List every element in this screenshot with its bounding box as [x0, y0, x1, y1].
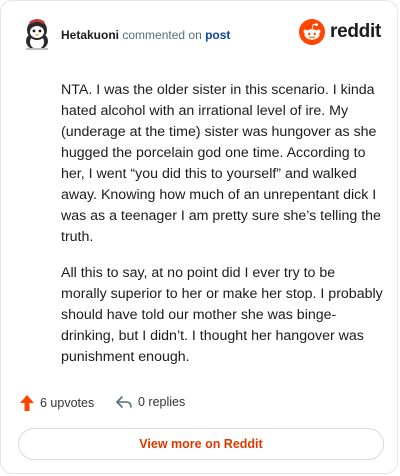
reddit-snoo-icon	[299, 19, 326, 45]
post-link[interactable]: post	[205, 28, 230, 42]
comment-header: Hetakuoni commented on post reddit	[17, 15, 381, 55]
comment-paragraph: All this to say, at no point did I ever …	[61, 265, 383, 365]
comment-footer: 6 upvotes 0 replies	[19, 394, 383, 414]
action-text: commented on	[122, 28, 202, 42]
reddit-wordmark: reddit	[330, 21, 381, 42]
view-more-button[interactable]: View more on Reddit	[18, 428, 384, 460]
reply-button[interactable]: 0 replies	[115, 394, 185, 410]
username-link[interactable]: Hetakuoni	[61, 28, 119, 42]
upvote-button[interactable]: 6 upvotes	[19, 394, 94, 412]
reply-arrow-icon	[116, 396, 132, 408]
reply-count: 0 replies	[138, 395, 186, 409]
comment-body: NTA. I was the older sister in this scen…	[61, 80, 383, 383]
comment-paragraph: NTA. I was the older sister in this scen…	[61, 82, 381, 245]
avatar-penguin-icon	[26, 19, 48, 50]
user-avatar[interactable]	[21, 17, 53, 51]
upvote-count: 6 upvotes	[40, 396, 95, 410]
reddit-logo[interactable]: reddit	[299, 19, 381, 45]
comment-meta: Hetakuoni commented on post	[61, 28, 230, 42]
comment-embed-card: Hetakuoni commented on post reddit NTA. …	[0, 0, 398, 474]
upvote-arrow-icon	[20, 395, 34, 411]
